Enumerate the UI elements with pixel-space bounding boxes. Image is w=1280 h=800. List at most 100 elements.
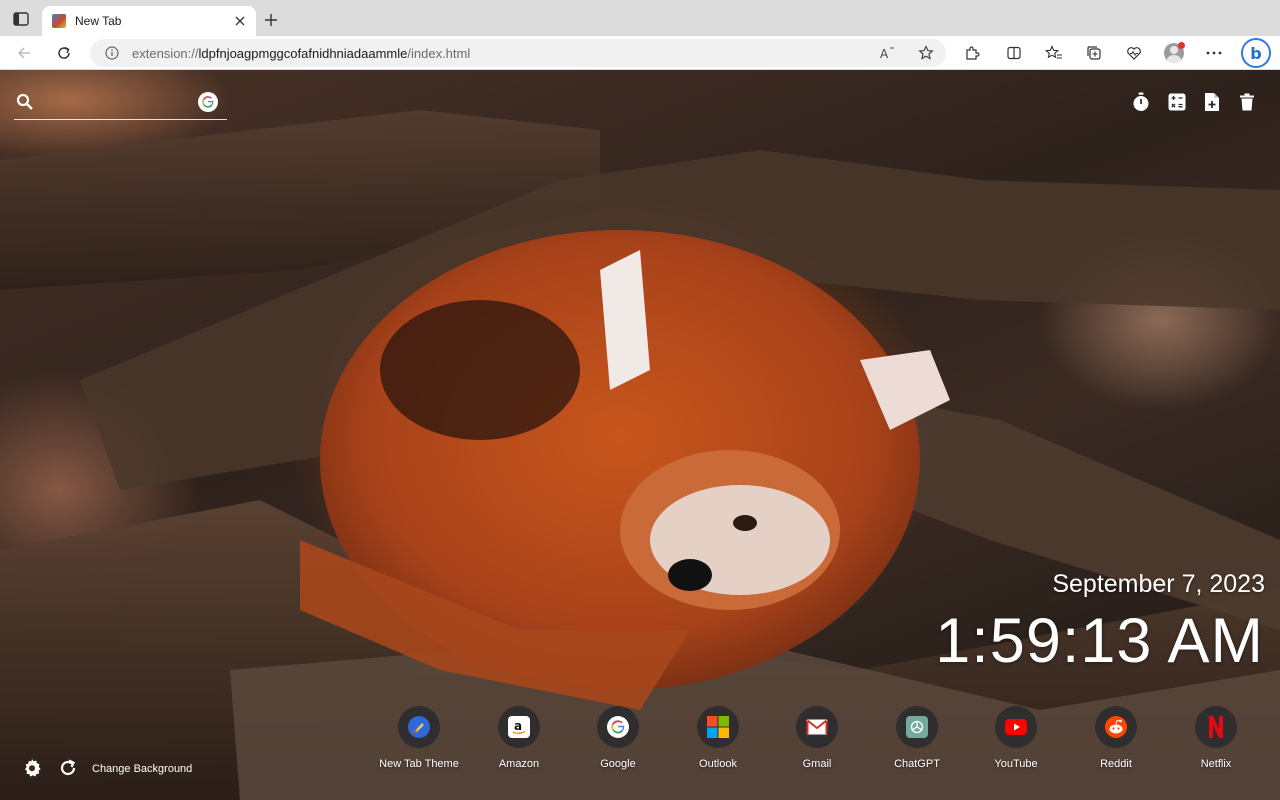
- shortcut-label: Outlook: [699, 758, 737, 770]
- refresh-background-button[interactable]: [58, 758, 78, 778]
- shortcut-icon-circle: a: [498, 706, 540, 748]
- gmail-icon: [806, 719, 828, 735]
- shortcut-label: Gmail: [802, 758, 832, 770]
- profile-button[interactable]: [1164, 42, 1185, 63]
- shortcut-icon-circle: [398, 706, 440, 748]
- gear-icon: [24, 759, 41, 777]
- notification-dot: [1178, 42, 1185, 49]
- browser-toolbar: extension://ldpfnjoagpmggcofafnidhniadaa…: [0, 36, 1280, 70]
- shortcut-icon-circle: [597, 706, 639, 748]
- timer-button[interactable]: [1131, 92, 1151, 112]
- netflix-icon: [1209, 716, 1223, 738]
- chatgpt-icon: [906, 716, 928, 738]
- site-info-icon[interactable]: [104, 45, 120, 61]
- new-tab-theme-icon: [408, 716, 430, 738]
- shortcut-icon-circle: [995, 706, 1037, 748]
- shortcut-icon-circle: [1095, 706, 1137, 748]
- plus-icon: [265, 14, 277, 26]
- favorites-button[interactable]: [1044, 43, 1064, 63]
- read-aloud-button[interactable]: A: [878, 43, 898, 63]
- extensions-button[interactable]: [962, 43, 982, 63]
- bing-icon: b: [1250, 43, 1262, 63]
- url-path: /index.html: [407, 45, 471, 61]
- settings-and-more-button[interactable]: [1204, 43, 1224, 63]
- youtube-icon: [1005, 719, 1027, 735]
- address-bar[interactable]: extension://ldpfnjoagpmggcofafnidhniadaa…: [90, 39, 946, 67]
- url-scheme: extension://: [132, 45, 199, 61]
- heart-pulse-icon: [1127, 47, 1141, 60]
- shortcut-icon-circle: [896, 706, 938, 748]
- calculator-button[interactable]: [1167, 92, 1187, 112]
- reload-icon: [58, 46, 70, 59]
- background-photo: [0, 110, 1280, 800]
- google-icon: [607, 716, 629, 738]
- svg-text:A: A: [880, 47, 889, 60]
- shortcut-outlook[interactable]: Outlook: [668, 706, 768, 770]
- star-icon: [918, 45, 934, 60]
- amazon-icon: a: [508, 716, 530, 738]
- read-aloud-icon: A: [880, 47, 894, 60]
- shortcut-netflix[interactable]: Netflix: [1166, 706, 1266, 770]
- shortcut-gmail[interactable]: Gmail: [767, 706, 867, 770]
- tab-actions-icon: [13, 12, 29, 26]
- url-host: ldpfnjoagpmggcofafnidhniadaammle: [198, 45, 408, 61]
- shortcut-label: Amazon: [498, 758, 540, 770]
- browser-tab-new-tab[interactable]: New Tab: [42, 6, 256, 36]
- new-tab-page: September 7, 2023 1:59:13 AM Change Back…: [0, 70, 1280, 800]
- close-icon: [235, 16, 245, 26]
- shortcut-icon-circle: [796, 706, 838, 748]
- search-icon: [16, 93, 33, 110]
- calculator-icon: [1168, 93, 1186, 111]
- bing-chat-button[interactable]: b: [1241, 38, 1271, 68]
- outlook-icon: [707, 716, 729, 738]
- puzzle-icon: [966, 46, 980, 60]
- shortcut-label: Netflix: [1200, 758, 1232, 770]
- collections-button[interactable]: [1084, 43, 1104, 63]
- tab-actions-button[interactable]: [10, 9, 32, 29]
- more-horizontal-icon: [1206, 51, 1222, 55]
- new-tab-button[interactable]: [260, 9, 282, 31]
- refresh-icon: [60, 759, 76, 776]
- shortcut-reddit[interactable]: Reddit: [1066, 706, 1166, 770]
- tab-favicon: [52, 14, 66, 28]
- tab-strip: New Tab: [0, 0, 1280, 36]
- clear-button[interactable]: [1237, 92, 1257, 112]
- shortcut-google[interactable]: Google: [568, 706, 668, 770]
- favorite-button[interactable]: [916, 43, 936, 63]
- tab-title: New Tab: [75, 14, 122, 28]
- svg-text:a: a: [514, 719, 522, 733]
- url-text: extension://ldpfnjoagpmggcofafnidhniadaa…: [132, 46, 470, 61]
- favorites-icon: [1045, 45, 1062, 59]
- shortcut-youtube[interactable]: YouTube: [966, 706, 1066, 770]
- shortcut-icon-circle: [697, 706, 739, 748]
- split-screen-icon: [1007, 46, 1021, 60]
- reddit-icon: [1105, 716, 1127, 738]
- browser-essentials-button[interactable]: [1124, 43, 1144, 63]
- trash-icon: [1240, 93, 1254, 111]
- shortcut-chatgpt[interactable]: ChatGPT: [867, 706, 967, 770]
- settings-button[interactable]: [22, 758, 42, 778]
- reload-button[interactable]: [52, 41, 76, 65]
- shortcut-label: Reddit: [1100, 758, 1132, 770]
- search-bar: [14, 90, 227, 120]
- google-icon: [202, 96, 214, 108]
- search-input[interactable]: [40, 90, 190, 114]
- shortcut-new-tab-theme[interactable]: New Tab Theme: [369, 706, 469, 770]
- shortcut-amazon[interactable]: a Amazon: [469, 706, 569, 770]
- back-arrow-icon: [17, 47, 30, 59]
- back-button[interactable]: [12, 41, 36, 65]
- add-note-button[interactable]: [1202, 92, 1222, 112]
- add-note-icon: [1205, 93, 1219, 111]
- shortcut-label: Google: [600, 758, 636, 770]
- clock-time: 1:59:13 AM: [935, 606, 1264, 676]
- collections-icon: [1087, 46, 1101, 60]
- shortcut-icon-circle: [1195, 706, 1237, 748]
- shortcut-label: New Tab Theme: [379, 758, 459, 770]
- split-screen-button[interactable]: [1004, 43, 1024, 63]
- clock-date: September 7, 2023: [1052, 570, 1265, 598]
- change-background-link[interactable]: Change Background: [92, 763, 192, 775]
- shortcut-label: ChatGPT: [894, 758, 940, 770]
- search-engine-button[interactable]: [198, 92, 218, 112]
- close-tab-button[interactable]: [232, 13, 248, 29]
- shortcut-label: YouTube: [994, 758, 1038, 770]
